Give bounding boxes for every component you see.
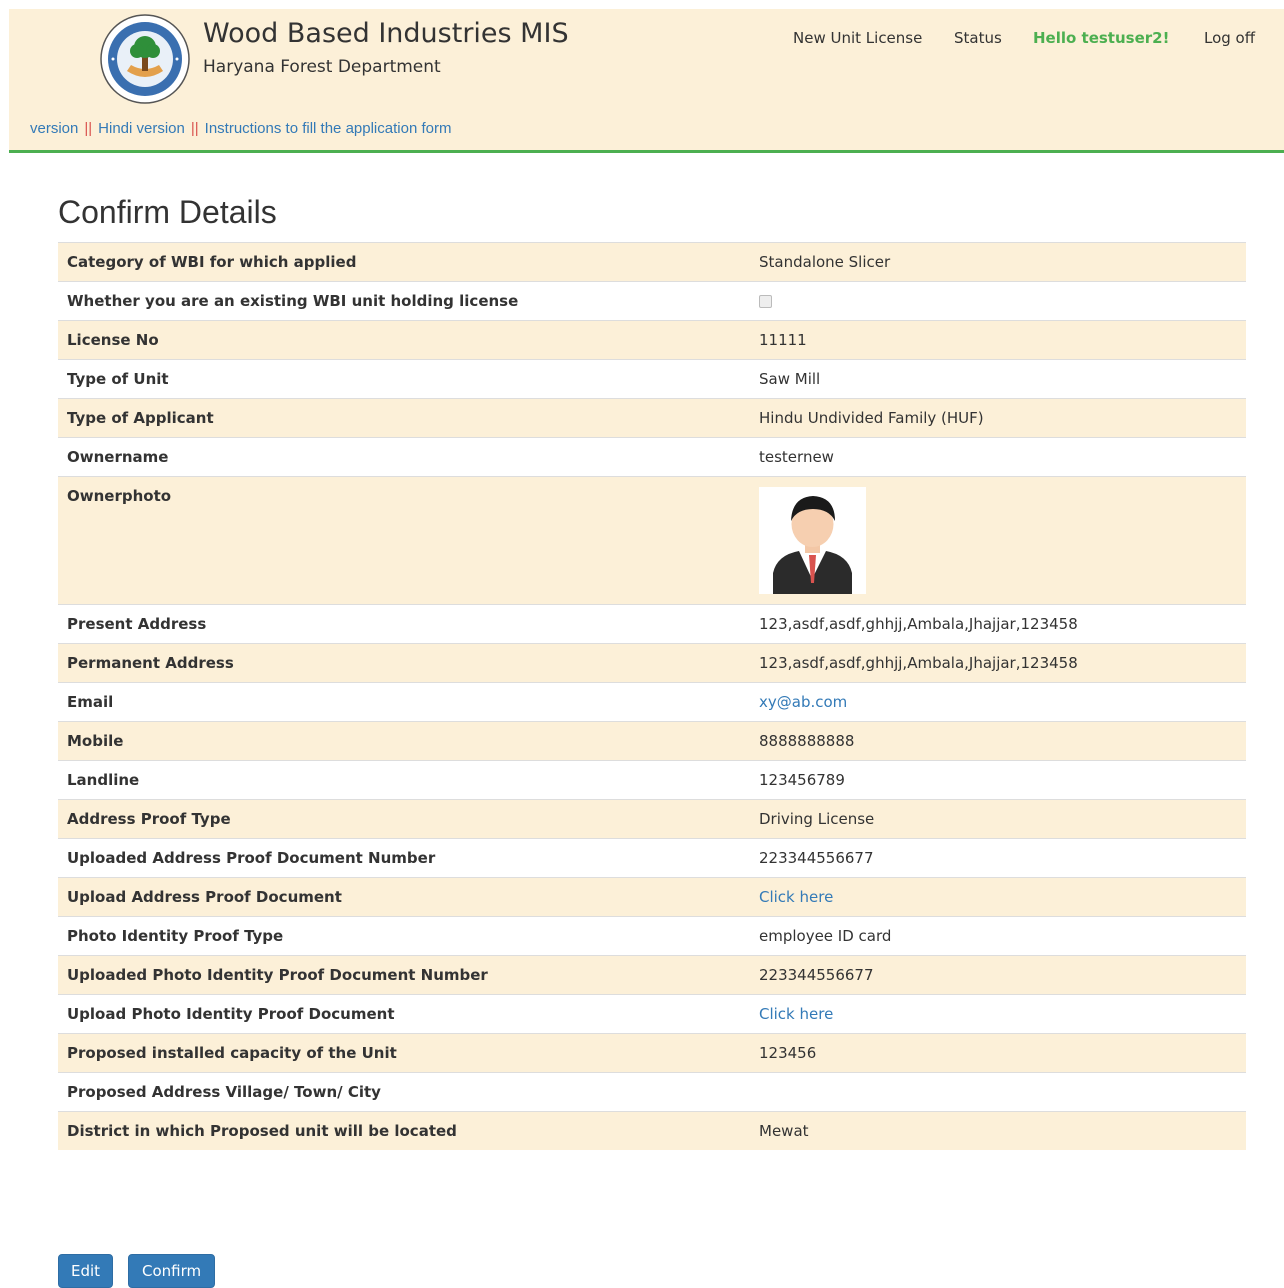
row-label: Uploaded Address Proof Document Number: [58, 838, 750, 878]
nav-new-unit-license[interactable]: New Unit License: [793, 29, 922, 47]
link-separator: ||: [190, 120, 199, 137]
table-row: Address Proof Type Driving License: [58, 799, 1246, 839]
owner-photo: [759, 487, 866, 594]
table-row: Email xy@ab.com: [58, 682, 1246, 722]
row-value: Driving License: [750, 799, 1246, 839]
app-title: Wood Based Industries MIS: [203, 18, 569, 49]
table-row: License No 11111: [58, 320, 1246, 360]
table-row: Proposed installed capacity of the Unit …: [58, 1033, 1246, 1073]
row-label: License No: [58, 320, 750, 360]
row-label: Photo Identity Proof Type: [58, 916, 750, 956]
version-link[interactable]: version: [30, 120, 78, 137]
table-row: Landline 123456789: [58, 760, 1246, 800]
nav-status[interactable]: Status: [954, 29, 1002, 47]
row-label: Upload Address Proof Document: [58, 877, 750, 917]
row-value: 223344556677: [750, 955, 1246, 995]
row-label: Whether you are an existing WBI unit hol…: [58, 281, 750, 321]
row-label: Proposed installed capacity of the Unit: [58, 1033, 750, 1073]
photo-identity-document-link[interactable]: Click here: [759, 1005, 833, 1023]
row-value: Click here: [750, 877, 1246, 917]
table-row: Permanent Address 123,asdf,asdf,ghhjj,Am…: [58, 643, 1246, 683]
table-row: Ownerphoto: [58, 476, 1246, 605]
table-row: District in which Proposed unit will be …: [58, 1111, 1246, 1150]
table-row: Upload Address Proof Document Click here: [58, 877, 1246, 917]
table-row: Mobile 8888888888: [58, 721, 1246, 761]
table-row: Whether you are an existing WBI unit hol…: [58, 281, 1246, 321]
table-row: Proposed Address Village/ Town/ City: [58, 1072, 1246, 1112]
nav-hello-user[interactable]: Hello testuser2!: [1033, 29, 1169, 47]
table-row: Ownername testernew: [58, 437, 1246, 477]
row-label: Address Proof Type: [58, 799, 750, 839]
row-label: Proposed Address Village/ Town/ City: [58, 1072, 750, 1112]
row-value: 123,asdf,asdf,ghhjj,Ambala,Jhajjar,12345…: [750, 643, 1246, 683]
page-title: Confirm Details: [58, 194, 277, 230]
edit-button[interactable]: Edit: [58, 1254, 114, 1288]
row-label: Landline: [58, 760, 750, 800]
row-value: 11111: [750, 320, 1246, 360]
email-link[interactable]: xy@ab.com: [759, 693, 847, 711]
app-subtitle: Haryana Forest Department: [203, 57, 441, 77]
row-value: Mewat: [750, 1111, 1246, 1150]
row-value: Hindu Undivided Family (HUF): [750, 398, 1246, 438]
row-label: Present Address: [58, 604, 750, 644]
row-value: 123456789: [750, 760, 1246, 800]
row-label: Ownerphoto: [58, 476, 750, 605]
table-row: Upload Photo Identity Proof Document Cli…: [58, 994, 1246, 1034]
row-label: Type of Applicant: [58, 398, 750, 438]
row-label: Uploaded Photo Identity Proof Document N…: [58, 955, 750, 995]
row-label: Permanent Address: [58, 643, 750, 683]
row-label: Upload Photo Identity Proof Document: [58, 994, 750, 1034]
header: Wood Based Industries MIS Haryana Forest…: [9, 9, 1284, 153]
row-value: [750, 476, 1246, 605]
table-row: Category of WBI for which applied Standa…: [58, 242, 1246, 282]
row-value: 123456: [750, 1033, 1246, 1073]
existing-license-checkbox[interactable]: [759, 295, 772, 308]
row-value: xy@ab.com: [750, 682, 1246, 722]
row-value: 123,asdf,asdf,ghhjj,Ambala,Jhajjar,12345…: [750, 604, 1246, 644]
row-label: Type of Unit: [58, 359, 750, 399]
row-value: [750, 281, 1246, 321]
row-value: 223344556677: [750, 838, 1246, 878]
row-value: 8888888888: [750, 721, 1246, 761]
row-label: Category of WBI for which applied: [58, 242, 750, 282]
link-separator: ||: [84, 120, 93, 137]
row-label: Ownername: [58, 437, 750, 477]
details-table: Category of WBI for which applied Standa…: [58, 242, 1246, 1150]
forest-department-logo: [100, 14, 190, 104]
table-row: Present Address 123,asdf,asdf,ghhjj,Amba…: [58, 604, 1246, 644]
table-row: Uploaded Address Proof Document Number 2…: [58, 838, 1246, 878]
row-label: District in which Proposed unit will be …: [58, 1111, 750, 1150]
row-value: employee ID card: [750, 916, 1246, 956]
table-row: Uploaded Photo Identity Proof Document N…: [58, 955, 1246, 995]
row-label: Email: [58, 682, 750, 722]
row-value: Standalone Slicer: [750, 242, 1246, 282]
confirm-button[interactable]: Confirm: [128, 1254, 216, 1288]
table-row: Type of Applicant Hindu Undivided Family…: [58, 398, 1246, 438]
hindi-version-link[interactable]: Hindi version: [98, 120, 185, 137]
row-value: Click here: [750, 994, 1246, 1034]
header-links: version || Hindi version || Instructions to …: [30, 120, 451, 137]
row-value: [750, 1072, 1246, 1112]
address-proof-document-link[interactable]: Click here: [759, 888, 833, 906]
row-label: Mobile: [58, 721, 750, 761]
table-row: Photo Identity Proof Type employee ID ca…: [58, 916, 1246, 956]
row-value: Saw Mill: [750, 359, 1246, 399]
instructions-link[interactable]: Instructions to fill the application for…: [205, 120, 452, 137]
nav-logoff[interactable]: Log off: [1204, 29, 1255, 47]
row-value: testernew: [750, 437, 1246, 477]
table-row: Type of Unit Saw Mill: [58, 359, 1246, 399]
